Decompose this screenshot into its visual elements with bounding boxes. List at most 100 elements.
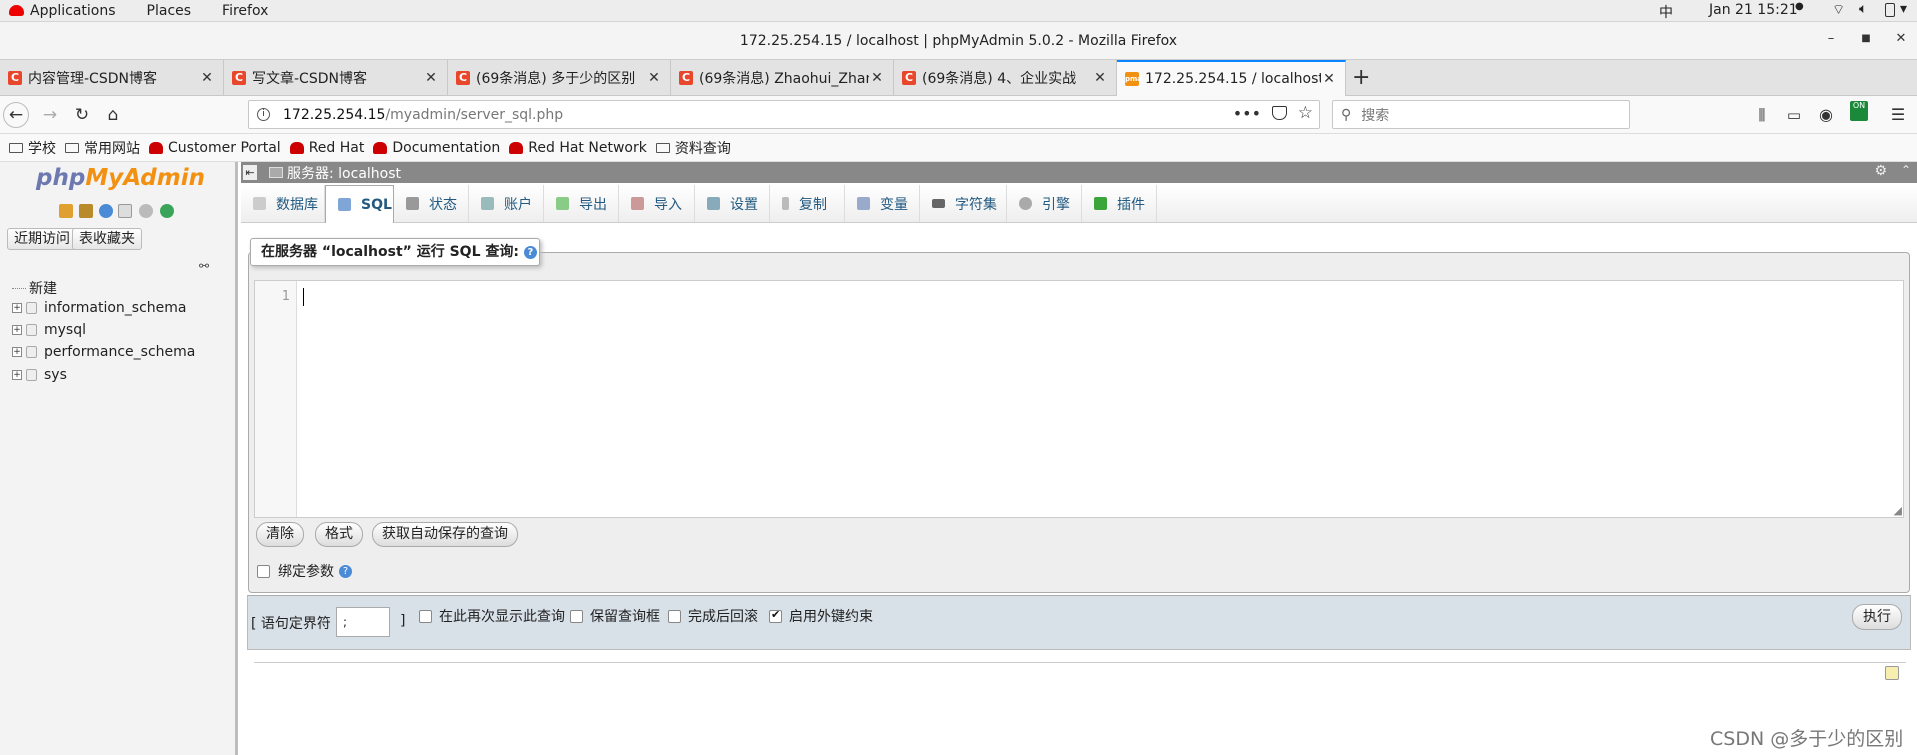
back-button[interactable]: ← <box>3 102 29 128</box>
logout-icon[interactable] <box>79 204 93 218</box>
resize-handle-icon[interactable]: ◢ <box>1894 504 1902 517</box>
recent-tables-button[interactable]: 近期访问 <box>7 228 77 250</box>
expand-icon[interactable]: + <box>12 370 22 380</box>
bookmark-item[interactable]: Red Hat Network <box>509 140 647 156</box>
foreign-key-checks-option[interactable]: 启用外键约束 <box>769 606 873 626</box>
delimiter-input[interactable]: ; <box>336 607 390 637</box>
power-menu-icon[interactable]: ▾ <box>1900 1 1907 17</box>
documentation-icon[interactable] <box>118 204 132 218</box>
pocket-icon[interactable] <box>1272 106 1287 120</box>
clear-button[interactable]: 清除 <box>256 522 304 547</box>
maximize-button[interactable]: ■ <box>1857 33 1875 44</box>
bookmark-item[interactable]: 学校 <box>9 138 56 158</box>
home-icon[interactable] <box>59 204 73 218</box>
settings-gear-icon[interactable] <box>139 204 153 218</box>
site-info-icon[interactable]: i <box>257 108 270 121</box>
applications-menu[interactable]: Applications <box>9 3 116 19</box>
tree-new-database[interactable]: 新建 <box>12 278 57 298</box>
collapse-top-menu-icon[interactable]: ⌃ <box>1901 163 1911 177</box>
retain-query-box-option[interactable]: 保留查询框 <box>570 606 660 626</box>
tree-database-item[interactable]: + sys <box>12 367 67 383</box>
battery-icon[interactable] <box>1885 3 1895 17</box>
link-with-main-panel-icon[interactable]: ⚯ <box>199 259 209 273</box>
page-actions-icon[interactable]: ••• <box>1233 104 1261 123</box>
minimize-button[interactable]: – <box>1822 31 1840 46</box>
reload-navigation-icon[interactable] <box>160 204 174 218</box>
show-query-checkbox[interactable] <box>419 609 432 623</box>
phpmyadmin-logo[interactable]: phpMyAdmin <box>36 165 205 191</box>
database-name[interactable]: sys <box>44 367 67 383</box>
tab-charsets[interactable]: 字符集 <box>920 185 1007 222</box>
bookmark-item[interactable]: 资料查询 <box>655 138 731 158</box>
clock[interactable]: Jan 21 15:21 <box>1709 2 1798 18</box>
tab-engines[interactable]: 引擎 <box>1007 185 1082 222</box>
firefox-menu[interactable]: Firefox <box>222 3 268 19</box>
bookmark-item[interactable]: Documentation <box>373 140 500 156</box>
expand-icon[interactable]: + <box>12 325 22 335</box>
sql-editor[interactable]: 1 ◢ <box>254 280 1904 518</box>
expand-icon[interactable]: + <box>12 347 22 357</box>
browser-tab-active[interactable]: pma 172.25.254.15 / localhost ✕ <box>1117 60 1346 96</box>
database-name[interactable]: mysql <box>44 322 86 338</box>
database-name[interactable]: performance_schema <box>44 344 195 360</box>
foreign-key-checks-checkbox[interactable] <box>769 608 782 623</box>
bookmark-star-icon[interactable]: ☆ <box>1298 103 1313 123</box>
tab-variables[interactable]: 变量 <box>845 185 920 222</box>
favorite-tables-button[interactable]: 表收藏夹 <box>72 228 142 250</box>
close-tab-icon[interactable]: ✕ <box>646 70 662 86</box>
close-tab-icon[interactable]: ✕ <box>1092 70 1108 86</box>
extension-icon[interactable]: ON <box>1850 101 1868 121</box>
rollback-option[interactable]: 完成后回滚 <box>668 606 758 626</box>
browser-tab[interactable]: C 内容管理-CSDN博客 ✕ <box>0 60 224 96</box>
library-icon[interactable]: ⫼ <box>1750 103 1774 127</box>
search-box[interactable]: ⚲ 搜索 <box>1332 100 1630 129</box>
bookmark-item[interactable]: Red Hat <box>289 140 364 156</box>
tab-databases[interactable]: 数据库 <box>241 185 325 222</box>
bind-params-checkbox[interactable] <box>257 564 270 578</box>
collapse-navigation-icon[interactable]: ⇤ <box>243 165 257 180</box>
tree-database-item[interactable]: + performance_schema <box>12 344 195 360</box>
tab-export[interactable]: 导出 <box>544 185 619 222</box>
url-bar[interactable]: i 172.25.254.15 /myadmin/server_sql.php … <box>248 100 1320 129</box>
browser-tab[interactable]: C (69条消息) Zhaohui_Zhan ✕ <box>671 60 894 96</box>
help-docs-icon[interactable] <box>99 204 113 218</box>
format-button[interactable]: 格式 <box>315 522 363 547</box>
console-toggle-icon[interactable] <box>1885 666 1899 680</box>
database-name[interactable]: information_schema <box>44 300 187 316</box>
ime-indicator[interactable]: 中 <box>1659 2 1673 22</box>
browser-tab[interactable]: C (69条消息) 多于少的区别 ✕ <box>448 60 671 96</box>
volume-icon[interactable]: 🔈︎ <box>1859 1 1867 17</box>
bookmark-item[interactable]: Customer Portal <box>149 140 281 156</box>
browser-tab[interactable]: C 写文章-CSDN博客 ✕ <box>224 60 448 96</box>
close-window-button[interactable]: ✕ <box>1892 31 1910 46</box>
help-icon[interactable]: ? <box>339 564 352 578</box>
new-tab-button[interactable]: + <box>1352 65 1370 90</box>
tab-accounts[interactable]: 账户 <box>469 185 544 222</box>
new-database-link[interactable]: 新建 <box>29 278 57 298</box>
forward-button[interactable]: → <box>38 103 62 127</box>
tab-sql[interactable]: SQL <box>325 185 394 223</box>
rollback-checkbox[interactable] <box>668 609 681 623</box>
tab-plugins[interactable]: 插件 <box>1082 185 1157 222</box>
show-query-option[interactable]: 在此再次显示此查询 <box>419 606 565 626</box>
help-icon[interactable]: ? <box>523 245 537 259</box>
account-icon[interactable]: ◉ <box>1814 103 1838 127</box>
bookmark-item[interactable]: 常用网站 <box>65 138 140 158</box>
tab-replication[interactable]: 复制 <box>770 185 845 222</box>
sidebar-toggle-icon[interactable]: ▭ <box>1782 103 1806 127</box>
tab-settings[interactable]: 设置 <box>695 185 770 222</box>
tab-status[interactable]: 状态 <box>394 185 469 222</box>
expand-icon[interactable]: + <box>12 303 22 313</box>
tree-database-item[interactable]: + mysql <box>12 322 86 338</box>
wifi-icon[interactable]: ⌔ <box>1832 1 1845 19</box>
breadcrumb-server[interactable]: 服务器: localhost <box>287 163 401 183</box>
tab-import[interactable]: 导入 <box>619 185 695 222</box>
close-tab-icon[interactable]: ✕ <box>869 70 885 86</box>
places-menu[interactable]: Places <box>147 3 192 19</box>
retain-query-box-checkbox[interactable] <box>570 609 583 623</box>
close-tab-icon[interactable]: ✕ <box>199 70 215 86</box>
go-button[interactable]: 执行 <box>1852 604 1902 630</box>
browser-tab[interactable]: C (69条消息) 4、企业实战 ✕ <box>894 60 1117 96</box>
home-button[interactable]: ⌂ <box>101 103 125 127</box>
get-autosave-button[interactable]: 获取自动保存的查询 <box>372 522 518 547</box>
